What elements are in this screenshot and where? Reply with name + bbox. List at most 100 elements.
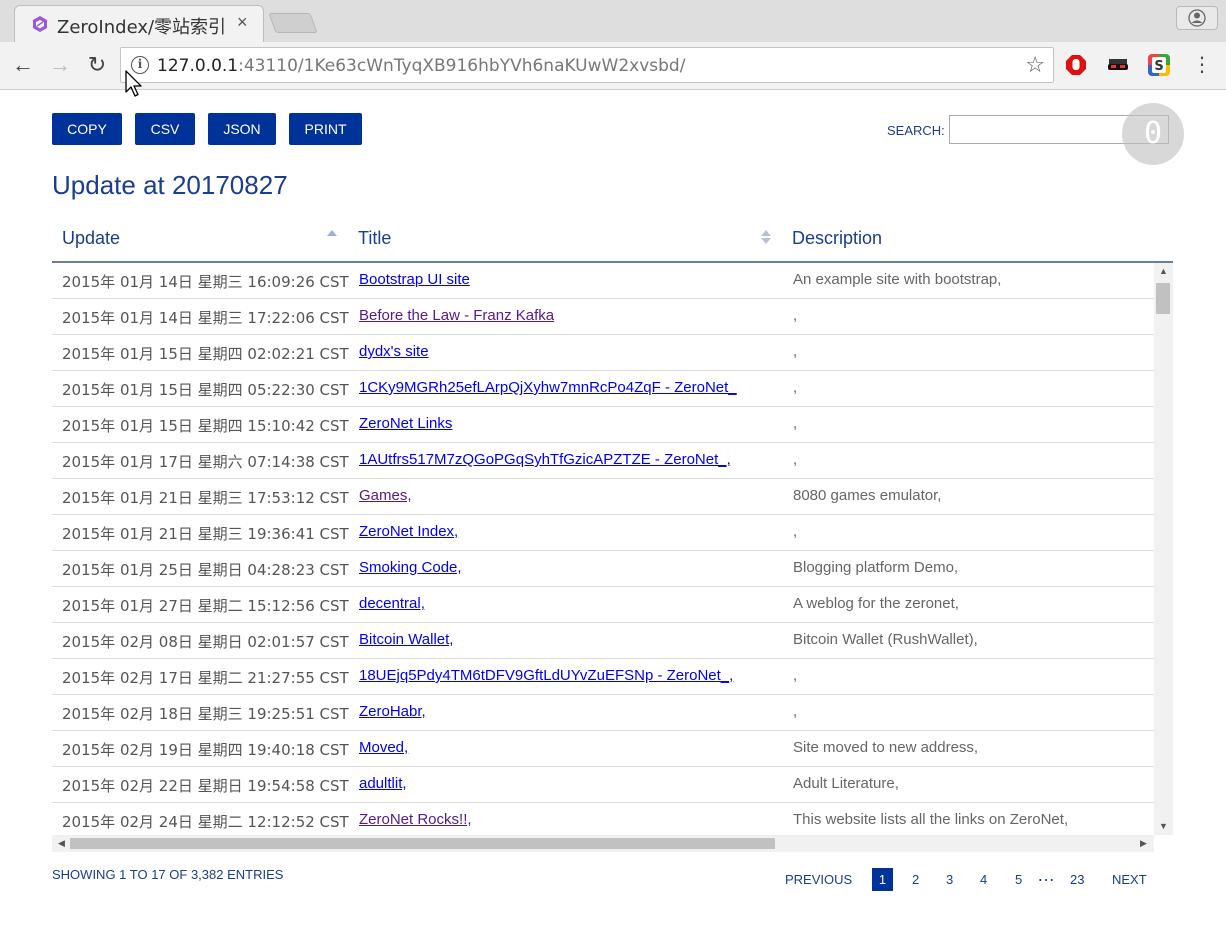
menu-kebab-icon[interactable]: ⋮ (1189, 52, 1215, 78)
table-row: 2015年 02月 08日 星期日 02:01:57 CST Bitcoin Wa… (52, 623, 1154, 659)
pagination-page-5[interactable]: 5 (1015, 872, 1022, 887)
table-row: 2015年 01月 15日 星期四 02:02:21 CST dydx's sit… (52, 335, 1154, 371)
scroll-right-icon[interactable]: ▶ (1140, 838, 1147, 849)
update-cell: 2015年 01月 14日 星期三 16:09:26 CST (62, 273, 349, 291)
s-extension-icon[interactable]: S (1148, 54, 1170, 76)
forward-arrow-icon[interactable]: → (47, 52, 73, 78)
table-row: 2015年 01月 21日 星期三 19:36:41 CST ZeroNet In… (52, 515, 1154, 551)
description-cell: An example site with bootstrap, (793, 271, 1002, 288)
title-link[interactable]: dydx's site (359, 343, 429, 360)
sort-asc-icon (327, 230, 337, 236)
browser-toolbar: ← → ↻ i 127.0.0.1:43110/1Ke63cWnTyqXB916… (0, 42, 1226, 90)
update-cell: 2015年 02月 24日 星期二 12:12:52 CST (62, 813, 349, 831)
update-cell: 2015年 01月 21日 星期三 19:36:41 CST (62, 525, 349, 543)
description-cell: , (793, 307, 798, 324)
title-link[interactable]: adultlit, (359, 775, 407, 792)
title-link[interactable]: Games, (359, 487, 412, 504)
description-cell: , (793, 415, 798, 432)
table-row: 2015年 01月 14日 星期三 17:22:06 CST Before the… (52, 299, 1154, 335)
zeronet-badge[interactable]: 0 (1122, 103, 1184, 165)
update-cell: 2015年 01月 15日 星期四 05:22:30 CST (62, 381, 349, 399)
scroll-up-icon[interactable]: ▲ (1159, 266, 1168, 276)
title-link[interactable]: ZeroHabr, (359, 703, 426, 720)
zeronet-favicon-icon (33, 16, 47, 32)
page-content: COPY CSV JSON PRINT SEARCH: 0 Update at … (0, 90, 1226, 931)
title-link[interactable]: 1AUtfrs517M7zQGoPGqSyhTfGzicAPZTZE - Zer… (359, 451, 731, 468)
title-link[interactable]: 1CKy9MGRh25efLArpQjXyhw7mnRcPo4ZqF - Zer… (359, 379, 737, 396)
description-cell: This website lists all the links on Zero… (793, 811, 1069, 828)
title-link[interactable]: 18UEjq5Pdy4TM6tDFV9GftLdUYvZuEFSNp - Zer… (359, 667, 733, 684)
pagination-next[interactable]: NEXT (1112, 872, 1147, 887)
pagination-page-last[interactable]: 23 (1070, 872, 1084, 887)
description-cell: , (793, 451, 798, 468)
description-cell: Bitcoin Wallet (RushWallet), (793, 631, 978, 648)
profile-button[interactable] (1176, 6, 1218, 30)
title-link[interactable]: Bitcoin Wallet, (359, 631, 453, 648)
title-link[interactable]: ZeroNet Links (359, 415, 452, 432)
table-row: 2015年 01月 21日 星期三 17:53:12 CST Games, 8080… (52, 479, 1154, 515)
search-label: SEARCH: (887, 123, 945, 138)
table-row: 2015年 02月 22日 星期日 19:54:58 CST adultlit, A… (52, 767, 1154, 803)
table-row: 2015年 02月 19日 星期四 19:40:18 CST Moved, Site… (52, 731, 1154, 767)
url-text[interactable]: 127.0.0.1:43110/1Ke63cWnTyqXB916hbYVh6na… (157, 56, 685, 76)
csv-button[interactable]: CSV (135, 113, 195, 145)
scroll-left-icon[interactable]: ◀ (58, 838, 65, 849)
table-row: 2015年 02月 18日 星期三 19:25:51 CST ZeroHabr,, (52, 695, 1154, 731)
pagination-ellipsis: … (1037, 865, 1055, 885)
mouse-cursor-icon (125, 70, 142, 97)
vertical-scrollbar[interactable]: ▲ ▼ (1154, 263, 1173, 835)
browser-tab[interactable]: ZeroIndex/零站索引 × (14, 5, 264, 42)
title-link[interactable]: Bootstrap UI site (359, 271, 470, 288)
title-link[interactable]: Moved, (359, 739, 408, 756)
title-link[interactable]: ZeroNet Rocks!!, (359, 811, 472, 828)
title-link[interactable]: Smoking Code, (359, 559, 462, 576)
pagination-page-3[interactable]: 3 (946, 872, 953, 887)
column-header-update[interactable]: Update (62, 228, 120, 249)
description-cell: Adult Literature, (793, 775, 899, 792)
horizontal-scroll-thumb[interactable] (70, 838, 775, 849)
sort-both-up-icon (761, 230, 771, 236)
update-cell: 2015年 01月 15日 星期四 02:02:21 CST (62, 345, 349, 363)
update-cell: 2015年 01月 15日 星期四 15:10:42 CST (62, 417, 349, 435)
update-cell: 2015年 02月 18日 星期三 19:25:51 CST (62, 705, 349, 723)
pagination-page-1[interactable]: 1 (872, 868, 893, 891)
description-cell: A weblog for the zeronet, (793, 595, 959, 612)
address-bar[interactable]: i 127.0.0.1:43110/1Ke63cWnTyqXB916hbYVh6… (120, 47, 1054, 83)
close-tab-icon[interactable]: × (237, 12, 248, 33)
update-cell: 2015年 01月 21日 星期三 17:53:12 CST (62, 489, 349, 507)
reload-icon[interactable]: ↻ (84, 52, 110, 78)
description-cell: , (793, 523, 798, 540)
table-row: 2015年 01月 17日 星期六 07:14:38 CST 1AUtfrs517… (52, 443, 1154, 479)
update-cell: 2015年 01月 27日 星期二 15:12:56 CST (62, 597, 349, 615)
table-row: 2015年 01月 15日 星期四 05:22:30 CST 1CKy9MGRh2… (52, 371, 1154, 407)
description-cell: , (793, 343, 798, 360)
title-link[interactable]: decentral, (359, 595, 425, 612)
entries-info: SHOWING 1 TO 17 OF 3,382 ENTRIES (52, 867, 284, 882)
scroll-down-icon[interactable]: ▼ (1159, 821, 1168, 831)
vertical-scroll-thumb[interactable] (1156, 283, 1170, 314)
column-header-title[interactable]: Title (358, 228, 391, 249)
tab-strip: ZeroIndex/零站索引 × (0, 0, 1226, 42)
pagination-page-2[interactable]: 2 (912, 872, 919, 887)
json-button[interactable]: JSON (208, 113, 276, 145)
tab-title: ZeroIndex/零站索引 (57, 17, 227, 38)
title-link[interactable]: ZeroNet Index, (359, 523, 458, 540)
new-tab-button[interactable] (268, 13, 318, 33)
print-button[interactable]: PRINT (289, 113, 362, 145)
opera-adblock-extension-icon[interactable] (1065, 54, 1087, 76)
incognito-mask-extension-icon[interactable] (1107, 54, 1129, 76)
horizontal-scrollbar[interactable]: ◀ ▶ (52, 835, 1154, 852)
table-row: 2015年 01月 25日 星期日 04:28:23 CST Smoking Co… (52, 551, 1154, 587)
description-cell: , (793, 379, 798, 396)
column-header-description[interactable]: Description (792, 228, 882, 249)
pagination-previous[interactable]: PREVIOUS (785, 872, 852, 887)
table-row: 2015年 02月 24日 星期二 12:12:52 CST ZeroNet Ro… (52, 803, 1154, 835)
update-cell: 2015年 02月 19日 星期四 19:40:18 CST (62, 741, 349, 759)
pagination-page-4[interactable]: 4 (980, 872, 987, 887)
table-header: Update Title Description (52, 220, 1173, 263)
bookmark-star-icon[interactable]: ☆ (1025, 52, 1045, 78)
update-cell: 2015年 02月 17日 星期二 21:27:55 CST (62, 669, 349, 687)
back-arrow-icon[interactable]: ← (10, 52, 36, 78)
title-link[interactable]: Before the Law - Franz Kafka (359, 307, 554, 324)
copy-button[interactable]: COPY (52, 113, 122, 145)
